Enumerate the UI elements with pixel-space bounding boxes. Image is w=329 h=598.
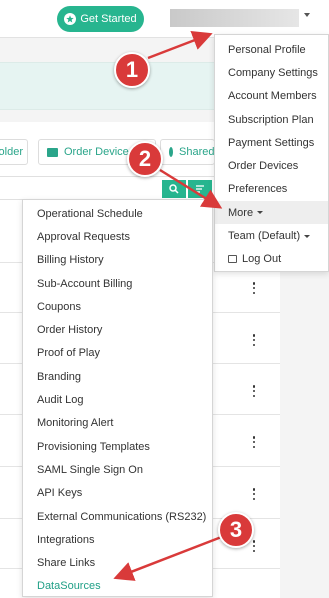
user-name-redacted[interactable] bbox=[170, 9, 299, 27]
search-icon bbox=[169, 184, 179, 194]
row-actions-icon[interactable] bbox=[252, 334, 256, 346]
menu-item-order-devices[interactable]: Order Devices bbox=[215, 154, 328, 177]
row-actions-icon[interactable] bbox=[252, 282, 256, 294]
menu-item-payment-settings[interactable]: Payment Settings bbox=[215, 131, 328, 154]
menu-item-log-out-label: Log Out bbox=[242, 253, 282, 266]
menu-item-share-links[interactable]: Share Links bbox=[23, 551, 212, 574]
get-started-button[interactable]: Get Started bbox=[57, 6, 144, 32]
more-submenu: Operational Schedule Approval Requests B… bbox=[22, 199, 213, 597]
get-started-label: Get Started bbox=[80, 13, 137, 25]
user-dropdown-menu: Personal Profile Company Settings Accoun… bbox=[214, 34, 329, 272]
menu-item-billing-history[interactable]: Billing History bbox=[23, 249, 212, 272]
new-folder-button[interactable]: older bbox=[0, 139, 28, 165]
menu-item-team[interactable]: Team (Default) bbox=[215, 224, 328, 247]
star-icon bbox=[64, 13, 77, 25]
menu-item-coupons[interactable]: Coupons bbox=[23, 295, 212, 318]
order-devices-label: Order Device bbox=[64, 146, 129, 158]
menu-item-personal-profile[interactable]: Personal Profile bbox=[215, 38, 328, 61]
menu-item-company-settings[interactable]: Company Settings bbox=[215, 61, 328, 84]
menu-item-account-members[interactable]: Account Members bbox=[215, 85, 328, 108]
row-actions-icon[interactable] bbox=[252, 385, 256, 397]
sort-icon bbox=[196, 185, 204, 193]
menu-item-monitoring-alert[interactable]: Monitoring Alert bbox=[23, 412, 212, 435]
menu-item-approval-requests[interactable]: Approval Requests bbox=[23, 225, 212, 248]
menu-item-log-out[interactable]: Log Out bbox=[215, 248, 328, 271]
menu-item-more[interactable]: More bbox=[215, 201, 328, 225]
menu-item-datasources[interactable]: DataSources bbox=[23, 575, 212, 598]
callout-marker-1: 1 bbox=[114, 52, 150, 88]
chevron-down-icon[interactable] bbox=[304, 13, 310, 17]
sort-button[interactable] bbox=[188, 180, 212, 198]
shared-button[interactable]: Shared bbox=[160, 139, 215, 165]
menu-item-provisioning-templates[interactable]: Provisioning Templates bbox=[23, 435, 212, 458]
row-actions-icon[interactable] bbox=[252, 436, 256, 448]
top-bar: Get Started bbox=[0, 0, 329, 38]
search-button[interactable] bbox=[162, 180, 186, 198]
menu-item-team-label: Team (Default) bbox=[228, 230, 301, 243]
menu-item-audit-log[interactable]: Audit Log bbox=[23, 388, 212, 411]
annotation-arrow-1 bbox=[147, 31, 213, 60]
menu-item-saml-sso[interactable]: SAML Single Sign On bbox=[23, 458, 212, 481]
caret-down-icon bbox=[257, 211, 264, 215]
cart-icon bbox=[47, 147, 58, 157]
shared-label: Shared bbox=[179, 146, 215, 158]
menu-item-operational-schedule[interactable]: Operational Schedule bbox=[23, 202, 212, 225]
callout-marker-3: 3 bbox=[218, 512, 254, 548]
share-icon bbox=[169, 147, 173, 157]
menu-item-preferences[interactable]: Preferences bbox=[215, 178, 328, 201]
menu-item-external-communications[interactable]: External Communications (RS232) bbox=[23, 505, 212, 528]
new-folder-label: older bbox=[0, 146, 23, 158]
menu-item-integrations[interactable]: Integrations bbox=[23, 528, 212, 551]
menu-item-subscription-plan[interactable]: Subscription Plan bbox=[215, 108, 328, 131]
row-actions-icon[interactable] bbox=[252, 488, 256, 500]
caret-down-icon bbox=[304, 234, 311, 238]
log-out-icon bbox=[228, 255, 237, 264]
menu-item-more-label: More bbox=[228, 206, 254, 219]
menu-item-order-history[interactable]: Order History bbox=[23, 318, 212, 341]
row-actions-icon[interactable] bbox=[252, 540, 256, 552]
callout-marker-2: 2 bbox=[127, 141, 163, 177]
menu-item-branding[interactable]: Branding bbox=[23, 365, 212, 388]
menu-item-proof-of-play[interactable]: Proof of Play bbox=[23, 342, 212, 365]
menu-item-api-keys[interactable]: API Keys bbox=[23, 482, 212, 505]
menu-item-sub-account-billing[interactable]: Sub-Account Billing bbox=[23, 272, 212, 295]
